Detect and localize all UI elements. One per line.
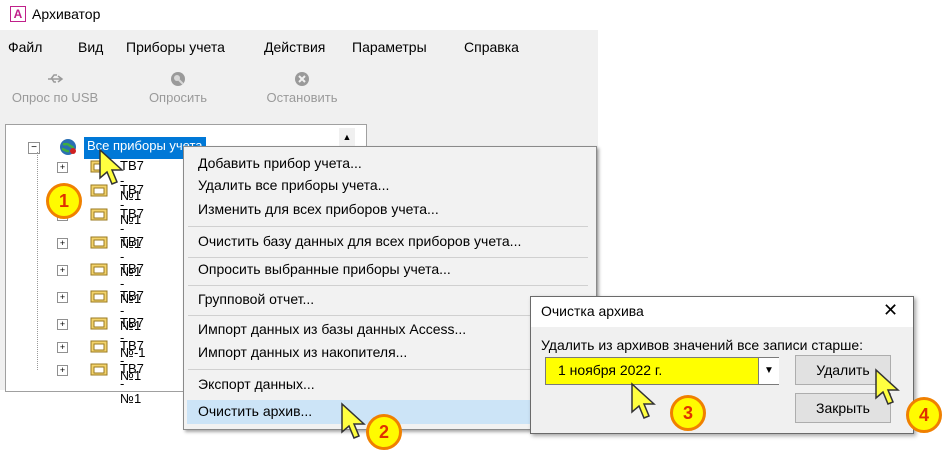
- menu-file[interactable]: Файл: [8, 39, 42, 55]
- expand-icon[interactable]: +: [57, 342, 68, 353]
- toolbar: Опрос по USB Опросить Остановить: [0, 64, 598, 120]
- folder-icon: [90, 208, 108, 221]
- stop-label: Остановить: [266, 90, 338, 105]
- folder-icon: [90, 236, 108, 249]
- menu-item-delete-all[interactable]: Удалить все приборы учета...: [198, 177, 389, 193]
- app-icon: A: [10, 6, 26, 22]
- cursor-icon: [875, 368, 900, 405]
- cursor-icon: [99, 148, 124, 185]
- stop-icon: [295, 72, 309, 86]
- step-badge-2: 2: [366, 414, 402, 450]
- step-badge-4: 4: [906, 397, 942, 433]
- usb-poll-label: Опрос по USB: [11, 90, 99, 105]
- menu-help[interactable]: Справка: [464, 39, 519, 55]
- cursor-icon: [631, 382, 656, 419]
- menu-parameters[interactable]: Параметры: [352, 39, 427, 55]
- clear-archive-dialog: Очистка архива ✕ Удалить из архивов знач…: [530, 296, 914, 434]
- expand-icon[interactable]: +: [57, 365, 68, 376]
- usb-icon: [48, 74, 64, 83]
- dialog-title: Очистка архива: [541, 303, 644, 319]
- menu-item-export[interactable]: Экспорт данных...: [198, 376, 315, 392]
- menu-meters[interactable]: Приборы учета: [126, 39, 225, 55]
- chevron-down-icon[interactable]: ▼: [758, 358, 779, 384]
- folder-icon: [90, 290, 108, 303]
- menu-view[interactable]: Вид: [78, 39, 103, 55]
- folder-icon: [90, 263, 108, 276]
- poll-button[interactable]: Опросить: [138, 64, 218, 105]
- expand-icon[interactable]: +: [57, 292, 68, 303]
- tree-items: +ТВ7 - №1 +ТВ7 - №1 +ТВ7 - №1 +ТВ7 - №1 …: [0, 157, 200, 406]
- menu-separator: [188, 285, 588, 286]
- date-picker[interactable]: 1 ноября 2022 г. ▼: [545, 357, 779, 385]
- folder-icon: [90, 317, 108, 330]
- scroll-up-icon[interactable]: ▲: [339, 128, 355, 142]
- menu-item-clear-archive[interactable]: Очистить архив...: [198, 403, 312, 419]
- menu-actions[interactable]: Действия: [264, 39, 325, 55]
- expand-icon[interactable]: +: [57, 319, 68, 330]
- window-title: Архиватор: [32, 6, 101, 22]
- menu-item-edit-all[interactable]: Изменить для всех приборов учета...: [198, 201, 439, 217]
- menu-item-group-report[interactable]: Групповой отчет...: [198, 291, 314, 307]
- folder-icon: [90, 363, 108, 376]
- poll-icon: [171, 72, 185, 86]
- folder-icon: [90, 340, 108, 353]
- menu-separator: [188, 369, 588, 370]
- menu-item-add-meter[interactable]: Добавить прибор учета...: [198, 155, 362, 171]
- menu-item-import-access[interactable]: Импорт данных из базы данных Access...: [198, 321, 466, 337]
- close-icon[interactable]: ✕: [883, 300, 898, 321]
- expand-icon[interactable]: +: [57, 238, 68, 249]
- menu-item-clear-db[interactable]: Очистить базу данных для всех приборов у…: [198, 233, 521, 249]
- step-badge-3: 3: [670, 395, 706, 431]
- menu-bar: Файл Вид Приборы учета Действия Параметр…: [0, 39, 598, 63]
- date-value: 1 ноября 2022 г.: [558, 362, 663, 378]
- menu-separator: [188, 226, 588, 227]
- expand-icon[interactable]: +: [57, 265, 68, 276]
- expand-icon[interactable]: +: [57, 162, 68, 173]
- step-badge-1: 1: [46, 183, 82, 219]
- dialog-title-bar: Очистка архива ✕: [531, 297, 913, 327]
- poll-label: Опросить: [148, 90, 208, 105]
- menu-separator: [188, 257, 588, 258]
- dialog-prompt: Удалить из архивов значений все записи с…: [541, 337, 864, 353]
- globe-icon: [60, 139, 76, 155]
- menu-item-import-drive[interactable]: Импорт данных из накопителя...: [198, 344, 407, 360]
- usb-poll-button[interactable]: Опрос по USB: [0, 64, 110, 105]
- menu-separator: [188, 315, 588, 316]
- menu-item-poll-selected[interactable]: Опросить выбранные приборы учета...: [198, 261, 451, 277]
- stop-button[interactable]: Остановить: [252, 64, 352, 105]
- title-bar: A Архиватор: [0, 0, 598, 30]
